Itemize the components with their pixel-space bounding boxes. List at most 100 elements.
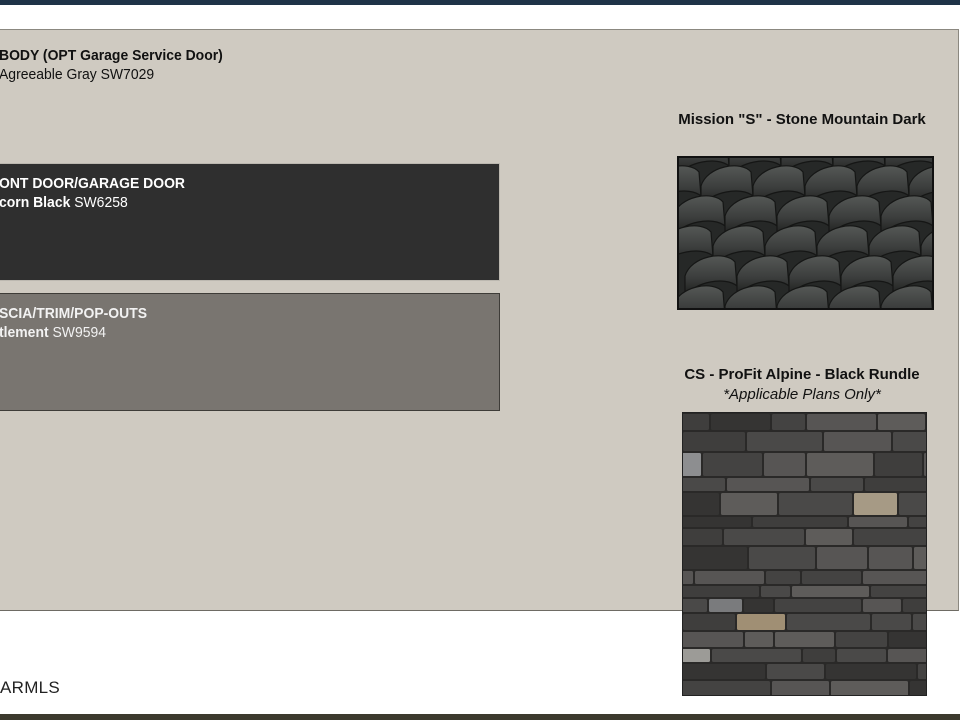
stone-block	[871, 586, 926, 597]
stone-block	[683, 586, 759, 597]
stone-block	[854, 493, 897, 515]
stone-block	[826, 664, 916, 679]
armls-watermark: ARMLS	[0, 678, 61, 697]
stone-block	[792, 586, 869, 597]
front-door-color: corn Black SW6258	[0, 193, 464, 212]
stone-block	[888, 649, 926, 662]
stone-block	[683, 517, 751, 527]
stone-block	[767, 664, 824, 679]
stone-block	[924, 453, 926, 476]
stone-block	[766, 571, 800, 584]
stone-block	[749, 547, 815, 569]
fascia-color-name: tlement	[0, 324, 49, 341]
stone-block	[875, 453, 922, 476]
stone-block	[802, 571, 861, 584]
roof-tile-pattern	[679, 158, 932, 308]
stone-block	[683, 599, 707, 612]
stone-block	[745, 632, 773, 647]
stone-block	[724, 529, 804, 545]
stone-block	[779, 493, 852, 515]
stone-block	[721, 493, 777, 515]
stone-block	[869, 547, 912, 569]
stone-block	[727, 478, 809, 491]
stone-block	[747, 432, 822, 451]
front-door-color-name: corn Black	[0, 194, 71, 211]
front-door-swatch: ONT DOOR/GARAGE DOOR corn Black SW6258	[0, 163, 500, 281]
stone-block	[909, 517, 926, 527]
stone-block	[683, 478, 725, 491]
stone-block	[683, 493, 719, 515]
stone-block	[695, 571, 764, 584]
stone-block	[865, 478, 926, 491]
stone-title: CS - ProFit Alpine - Black Rundle	[684, 366, 920, 383]
stone-block	[764, 453, 805, 476]
stone-pattern	[683, 413, 926, 695]
stone-block	[913, 614, 926, 630]
stone-block	[893, 432, 926, 451]
stone-block	[878, 414, 925, 430]
stone-title-block: CS - ProFit Alpine - Black Rundle *Appli…	[662, 365, 942, 405]
stone-block	[837, 649, 886, 662]
stone-block	[775, 632, 834, 647]
stone-block	[872, 614, 911, 630]
fascia-color-code: SW9594	[52, 324, 107, 341]
stone-block	[824, 432, 891, 451]
body-title: BODY (OPT Garage Service Door)	[0, 47, 223, 64]
stone-block	[914, 547, 926, 569]
fascia-swatch: SCIA/TRIM/POP-OUTS tlement SW9594	[0, 293, 500, 411]
body-color-name: Agreeable Gray	[0, 66, 97, 83]
stone-block	[775, 599, 861, 612]
top-border	[0, 0, 960, 5]
stone-block	[683, 432, 745, 451]
body-color: Agreeable Gray SW7029	[0, 65, 223, 84]
stone-block	[683, 453, 701, 476]
stone-block	[811, 478, 863, 491]
stone-block	[772, 681, 829, 695]
stone-block	[910, 681, 926, 695]
stone-block	[683, 571, 693, 584]
stone-block	[803, 649, 835, 662]
stone-block	[761, 586, 790, 597]
stone-block	[903, 599, 926, 612]
stone-block	[807, 414, 876, 430]
stone-block	[683, 547, 747, 569]
stone-block	[683, 414, 709, 430]
stone-block	[831, 681, 908, 695]
stone-block	[863, 599, 901, 612]
stone-block	[683, 529, 722, 545]
stone-block	[854, 529, 926, 545]
stone-block	[772, 414, 805, 430]
stone-block	[753, 517, 847, 527]
bottom-border	[0, 714, 960, 720]
stone-block	[711, 414, 770, 430]
stone-block	[683, 614, 735, 630]
stone-block	[863, 571, 926, 584]
fascia-title: SCIA/TRIM/POP-OUTS	[0, 305, 148, 322]
stone-block	[807, 453, 873, 476]
stone-block	[744, 599, 773, 612]
stone-block	[836, 632, 887, 647]
stone-block	[712, 649, 801, 662]
front-door-color-code: SW6258	[74, 194, 128, 211]
stone-block	[709, 599, 742, 612]
stone-block	[683, 632, 743, 647]
stacked-stone-image	[682, 412, 927, 696]
fascia-color: tlement SW9594	[0, 323, 464, 342]
body-color-code: SW7029	[100, 66, 155, 83]
stone-block	[889, 632, 926, 647]
front-door-title: ONT DOOR/GARAGE DOOR	[0, 175, 186, 192]
stone-block	[683, 649, 710, 662]
stone-block	[683, 664, 765, 679]
stone-block	[899, 493, 926, 515]
stone-block	[849, 517, 907, 527]
stone-block	[787, 614, 870, 630]
stone-block	[703, 453, 762, 476]
stone-block	[683, 681, 770, 695]
stone-block	[918, 664, 926, 679]
roof-tile-image	[677, 156, 934, 310]
stone-block	[737, 614, 785, 630]
stone-block	[817, 547, 867, 569]
stone-note: *Applicable Plans Only*	[723, 386, 881, 403]
body-color-label: BODY (OPT Garage Service Door) Agreeable…	[0, 46, 240, 84]
stone-block	[806, 529, 852, 545]
